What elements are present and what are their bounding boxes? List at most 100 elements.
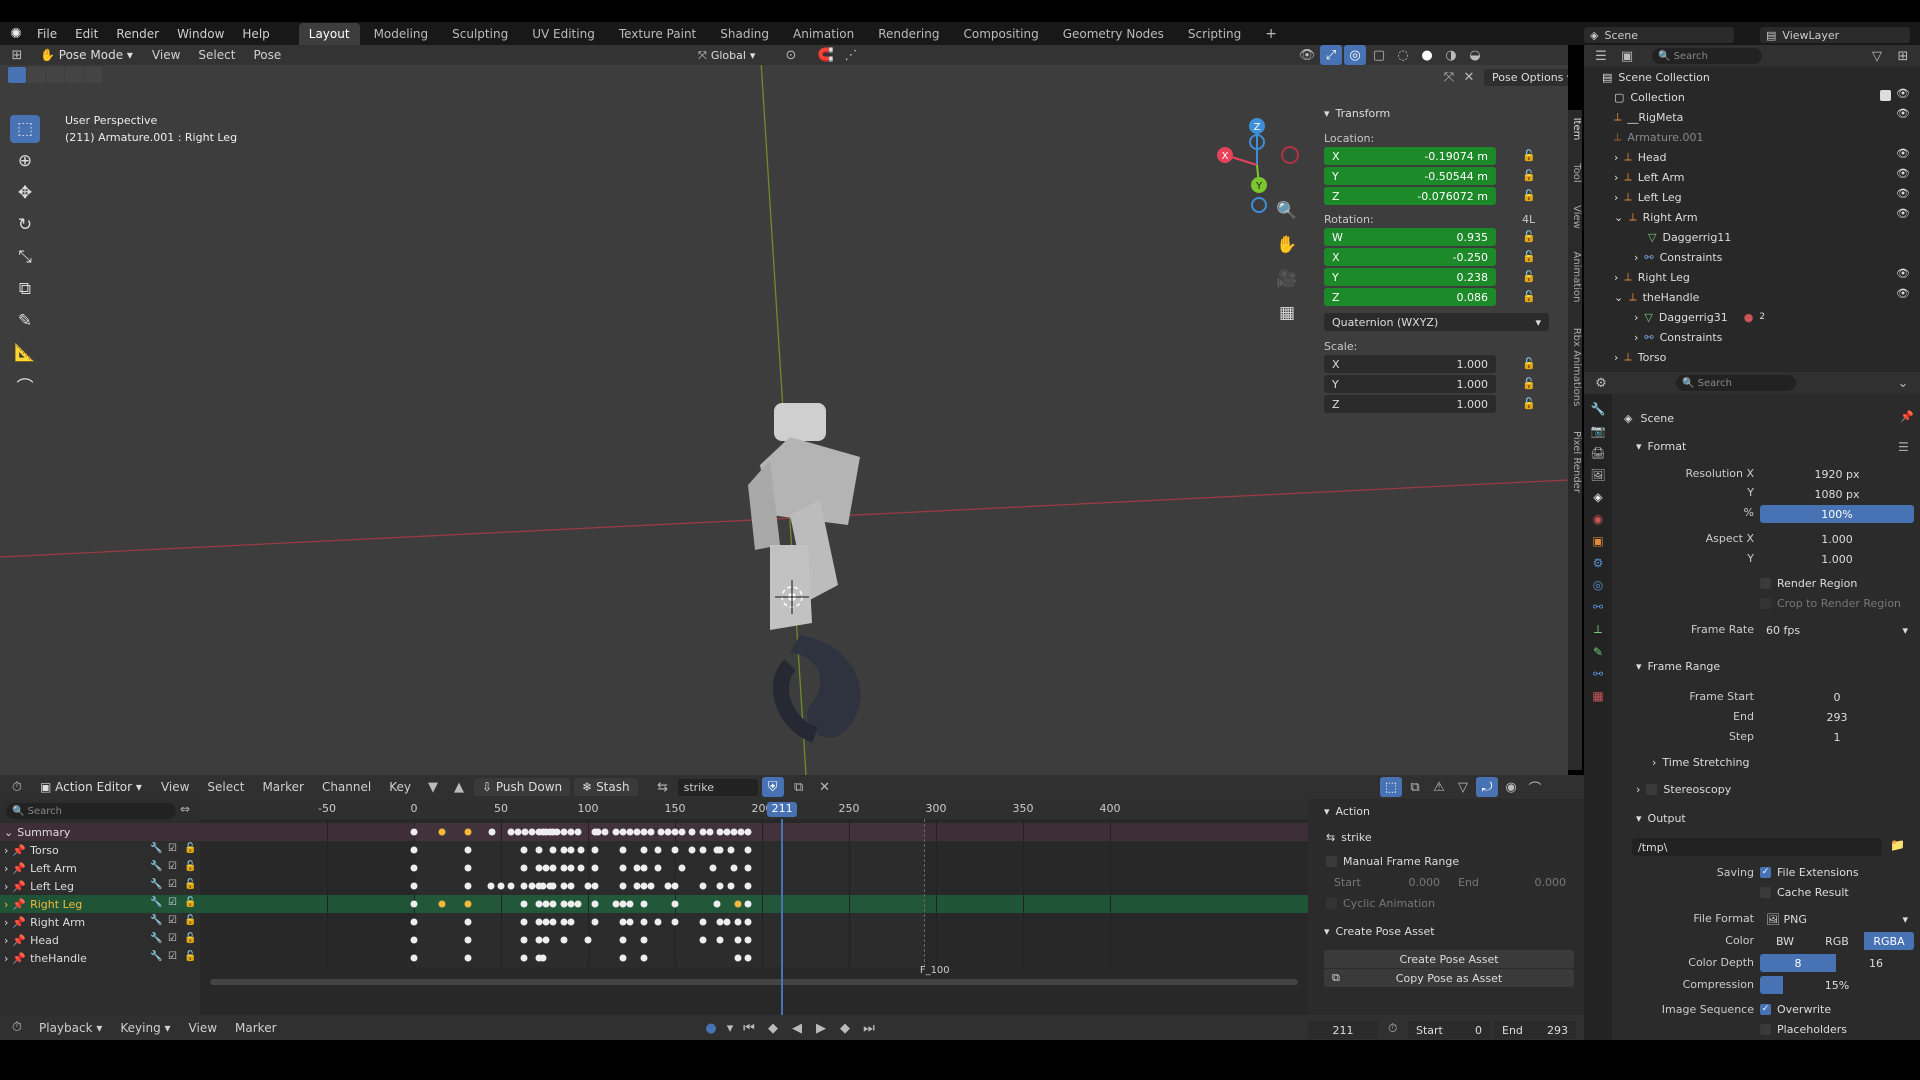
- eye-icon[interactable]: 👁: [1896, 267, 1910, 280]
- pin-icon[interactable]: 📌: [1900, 410, 1914, 423]
- material-shading-icon[interactable]: ◑: [1440, 45, 1462, 65]
- rotation-mode-badge[interactable]: 4L: [1522, 213, 1535, 226]
- keyframe[interactable]: [626, 828, 634, 836]
- keyframe[interactable]: [464, 882, 472, 890]
- keyframe[interactable]: [464, 900, 472, 908]
- color-bw-option[interactable]: BW: [1760, 932, 1810, 950]
- outliner-item[interactable]: › ▽ Daggerrig31 ● 2: [1584, 307, 1920, 327]
- render-region-checkbox[interactable]: Render Region: [1760, 577, 1857, 590]
- keyframe[interactable]: [699, 828, 707, 836]
- keyframe[interactable]: [464, 954, 472, 962]
- keyframe[interactable]: [716, 936, 724, 944]
- crop-region-checkbox[interactable]: Crop to Render Region: [1760, 597, 1901, 610]
- copy-pose-asset-button[interactable]: ⧉ Copy Pose as Asset: [1324, 969, 1574, 987]
- keyframe[interactable]: [464, 936, 472, 944]
- keyframe[interactable]: [410, 846, 418, 854]
- menu-view[interactable]: View: [154, 778, 196, 796]
- keyframe[interactable]: [619, 828, 627, 836]
- keyframe[interactable]: [633, 882, 641, 890]
- outliner-item[interactable]: ▤ Scene Collection: [1584, 67, 1920, 87]
- action-end-field[interactable]: End 0.000: [1450, 873, 1574, 891]
- keyframe[interactable]: [727, 882, 735, 890]
- keyframe[interactable]: [619, 936, 627, 944]
- fake-user-shield-icon[interactable]: ⛨: [761, 777, 784, 797]
- keyframe[interactable]: [549, 864, 557, 872]
- depth-8-option[interactable]: 8: [1760, 954, 1836, 972]
- new-collection-icon[interactable]: ⊞: [1892, 46, 1914, 66]
- scene-selector[interactable]: ◈ Scene: [1584, 27, 1734, 43]
- pose-asset-section-header[interactable]: ▾ Create Pose Asset: [1324, 925, 1435, 938]
- keyframe[interactable]: [727, 846, 735, 854]
- tab-geometry-nodes[interactable]: Geometry Nodes: [1053, 23, 1174, 45]
- interpolation-icon[interactable]: ⌒: [1524, 777, 1546, 797]
- keyframe[interactable]: [584, 882, 592, 890]
- keyframe[interactable]: [640, 846, 648, 854]
- menu-window[interactable]: Window: [170, 25, 231, 43]
- keyframe[interactable]: [535, 936, 543, 944]
- keyframe[interactable]: [567, 864, 575, 872]
- outliner-item[interactable]: › ⟂ Left Arm: [1584, 167, 1920, 187]
- lock-icon[interactable]: 🔓: [184, 951, 196, 962]
- keyframe[interactable]: [577, 846, 585, 854]
- tab-tool[interactable]: Tool: [1568, 156, 1582, 190]
- keyframe[interactable]: [671, 900, 679, 908]
- unlink-action-icon[interactable]: ✕: [814, 777, 836, 797]
- filter-funnel-icon[interactable]: ▽: [1452, 777, 1474, 797]
- lock-icon[interactable]: 🔓: [1522, 397, 1536, 410]
- measure-tool-icon[interactable]: 📐: [10, 339, 40, 367]
- action-browse-icon[interactable]: ⇆: [652, 777, 674, 797]
- outliner-item[interactable]: › ⚯ Constraints: [1584, 327, 1920, 347]
- frame-step-field[interactable]: 1: [1760, 728, 1914, 746]
- lock-icon[interactable]: 🔓: [1522, 270, 1536, 283]
- keyframe[interactable]: [560, 828, 568, 836]
- keyframe[interactable]: [744, 954, 752, 962]
- jump-end-icon[interactable]: ⏭: [858, 1018, 880, 1038]
- checkbox-checked-icon[interactable]: ☑: [168, 843, 177, 854]
- play-reverse-icon[interactable]: ◀: [786, 1018, 808, 1038]
- tab-item[interactable]: Item: [1568, 112, 1582, 146]
- keyframe[interactable]: [520, 954, 528, 962]
- editor-type-icon[interactable]: ⏱: [6, 1018, 28, 1038]
- keyframe[interactable]: [626, 918, 634, 926]
- select-new-icon[interactable]: [8, 67, 26, 83]
- breakdowner-tool-icon[interactable]: ⌒: [10, 371, 40, 399]
- keyframe[interactable]: [438, 900, 446, 908]
- compression-slider[interactable]: 15%: [1760, 976, 1914, 994]
- keyframe[interactable]: [671, 882, 679, 890]
- keyframe[interactable]: [410, 828, 418, 836]
- keyframe[interactable]: [520, 900, 528, 908]
- bone-tab-icon[interactable]: ✎: [1593, 645, 1603, 659]
- keyframe[interactable]: [535, 864, 543, 872]
- keyframe[interactable]: [744, 918, 752, 926]
- frame-rate-dropdown[interactable]: 60 fps ▾: [1760, 621, 1914, 639]
- action-start-field[interactable]: Start 0.000: [1326, 873, 1448, 891]
- keyframe[interactable]: [549, 918, 557, 926]
- color-rgba-option[interactable]: RGBA: [1864, 932, 1914, 950]
- options-icon[interactable]: ⌄: [1892, 373, 1914, 393]
- menu-key[interactable]: Key: [382, 778, 418, 796]
- menu-view[interactable]: View: [145, 46, 187, 64]
- menu-select[interactable]: Select: [200, 778, 251, 796]
- placeholders-checkbox[interactable]: Placeholders: [1760, 1023, 1847, 1036]
- keyframe[interactable]: [487, 882, 495, 890]
- filter-icon[interactable]: ▽: [1866, 46, 1888, 66]
- keyframe[interactable]: [591, 882, 599, 890]
- wrench-icon[interactable]: 🔧: [150, 861, 162, 872]
- select-intersect-icon[interactable]: [84, 67, 102, 83]
- lock-icon[interactable]: 🔓: [1522, 250, 1536, 263]
- keyframe[interactable]: [591, 900, 599, 908]
- keyframe[interactable]: [520, 864, 528, 872]
- keyframe[interactable]: [528, 828, 536, 836]
- lock-icon[interactable]: 🔓: [184, 897, 196, 908]
- editor-mode-dropdown[interactable]: ▣ Action Editor ▾: [32, 778, 150, 796]
- channel-search-input[interactable]: 🔍 Search: [6, 803, 176, 819]
- menu-keying[interactable]: Keying ▾: [113, 1019, 177, 1037]
- keyframe[interactable]: [744, 882, 752, 890]
- checkbox-checked-icon[interactable]: ☑: [168, 897, 177, 908]
- cursor-tool-icon[interactable]: ⊕: [10, 147, 40, 175]
- menu-view[interactable]: View: [182, 1019, 224, 1037]
- keyframe[interactable]: [654, 846, 662, 854]
- keyframe[interactable]: [699, 936, 707, 944]
- keyframe[interactable]: [678, 828, 686, 836]
- keyframe[interactable]: [664, 828, 672, 836]
